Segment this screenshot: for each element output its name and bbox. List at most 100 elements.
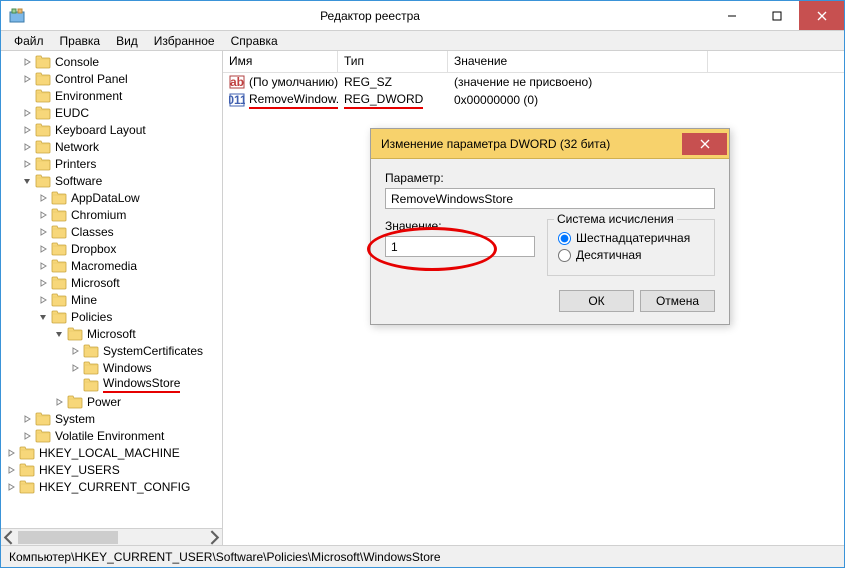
dialog-close-button[interactable] <box>682 133 727 155</box>
menu-favorites[interactable]: Избранное <box>147 32 222 50</box>
close-button[interactable] <box>799 1 844 30</box>
tree-node[interactable]: EUDC <box>1 104 222 121</box>
folder-icon <box>35 412 51 426</box>
expand-none <box>69 379 81 391</box>
expand-closed-icon[interactable] <box>69 362 81 374</box>
value-type: REG_SZ <box>338 75 448 89</box>
status-path: Компьютер\HKEY_CURRENT_USER\Software\Pol… <box>9 550 441 564</box>
col-name[interactable]: Имя <box>223 51 338 72</box>
expand-closed-icon[interactable] <box>5 447 17 459</box>
radio-hex-row[interactable]: Шестнадцатеричная <box>558 231 704 245</box>
tree-node[interactable]: Environment <box>1 87 222 104</box>
tree-node-label: Macromedia <box>71 259 137 273</box>
tree-node[interactable]: Mine <box>1 291 222 308</box>
radio-hex-label: Шестнадцатеричная <box>576 231 690 245</box>
expand-closed-icon[interactable] <box>21 107 33 119</box>
folder-icon <box>51 259 67 273</box>
folder-icon <box>35 89 51 103</box>
horizontal-scrollbar[interactable] <box>1 528 222 545</box>
expand-closed-icon[interactable] <box>21 430 33 442</box>
value-data-field[interactable] <box>385 236 535 257</box>
radio-hex[interactable] <box>558 232 571 245</box>
tree-node[interactable]: Microsoft <box>1 325 222 342</box>
expand-open-icon[interactable] <box>53 328 65 340</box>
scroll-thumb[interactable] <box>18 531 118 544</box>
tree-node[interactable]: Windows <box>1 359 222 376</box>
tree-node[interactable]: HKEY_CURRENT_CONFIG <box>1 478 222 495</box>
tree-node[interactable]: AppDataLow <box>1 189 222 206</box>
tree-node[interactable]: Chromium <box>1 206 222 223</box>
expand-closed-icon[interactable] <box>37 226 49 238</box>
expand-open-icon[interactable] <box>37 311 49 323</box>
tree-node[interactable]: Network <box>1 138 222 155</box>
tree-node[interactable]: SystemCertificates <box>1 342 222 359</box>
expand-closed-icon[interactable] <box>21 73 33 85</box>
expand-open-icon[interactable] <box>21 175 33 187</box>
tree-node-label: Policies <box>71 310 112 324</box>
expand-closed-icon[interactable] <box>53 396 65 408</box>
maximize-button[interactable] <box>754 1 799 30</box>
expand-closed-icon[interactable] <box>5 464 17 476</box>
tree-node[interactable]: System <box>1 410 222 427</box>
expand-closed-icon[interactable] <box>21 56 33 68</box>
expand-closed-icon[interactable] <box>69 345 81 357</box>
col-type[interactable]: Тип <box>338 51 448 72</box>
expand-closed-icon[interactable] <box>37 277 49 289</box>
list-row[interactable]: 011RemoveWindow...REG_DWORD0x00000000 (0… <box>223 91 844 109</box>
menu-view[interactable]: Вид <box>109 32 145 50</box>
folder-icon <box>67 327 83 341</box>
expand-closed-icon[interactable] <box>5 481 17 493</box>
folder-icon <box>19 480 35 494</box>
expand-closed-icon[interactable] <box>37 260 49 272</box>
tree-node-label: Dropbox <box>71 242 116 256</box>
tree-node[interactable]: Dropbox <box>1 240 222 257</box>
tree-node[interactable]: Console <box>1 53 222 70</box>
value-data: 0x00000000 (0) <box>448 93 708 107</box>
param-name-field[interactable] <box>385 188 715 209</box>
menu-help[interactable]: Справка <box>224 32 285 50</box>
radio-dec[interactable] <box>558 249 571 262</box>
tree-node[interactable]: WindowsStore <box>1 376 222 393</box>
value-name: RemoveWindow... <box>249 92 338 109</box>
menu-edit[interactable]: Правка <box>53 32 108 50</box>
tree-node[interactable]: Microsoft <box>1 274 222 291</box>
expand-closed-icon[interactable] <box>21 413 33 425</box>
tree-node[interactable]: Classes <box>1 223 222 240</box>
ok-button[interactable]: ОК <box>559 290 634 312</box>
folder-icon <box>51 242 67 256</box>
tree-node[interactable]: HKEY_USERS <box>1 461 222 478</box>
tree-node[interactable]: Keyboard Layout <box>1 121 222 138</box>
scroll-left-arrow[interactable] <box>1 529 18 545</box>
expand-closed-icon[interactable] <box>37 192 49 204</box>
tree-node[interactable]: Power <box>1 393 222 410</box>
expand-closed-icon[interactable] <box>21 158 33 170</box>
tree-node[interactable]: Control Panel <box>1 70 222 87</box>
dialog-titlebar[interactable]: Изменение параметра DWORD (32 бита) <box>371 129 729 159</box>
tree-node[interactable]: Policies <box>1 308 222 325</box>
cancel-button[interactable]: Отмена <box>640 290 715 312</box>
expand-closed-icon[interactable] <box>37 209 49 221</box>
registry-tree[interactable]: ConsoleControl PanelEnvironmentEUDCKeybo… <box>1 51 222 528</box>
tree-node-label: Windows <box>103 361 152 375</box>
minimize-button[interactable] <box>709 1 754 30</box>
folder-icon <box>35 72 51 86</box>
tree-node-label: Microsoft <box>71 276 120 290</box>
tree-node[interactable]: HKEY_LOCAL_MACHINE <box>1 444 222 461</box>
expand-closed-icon[interactable] <box>37 243 49 255</box>
tree-node[interactable]: Macromedia <box>1 257 222 274</box>
tree-node-label: Software <box>55 174 102 188</box>
col-value[interactable]: Значение <box>448 51 708 72</box>
scroll-right-arrow[interactable] <box>205 529 222 545</box>
radio-dec-row[interactable]: Десятичная <box>558 248 704 262</box>
tree-node-label: Classes <box>71 225 114 239</box>
value-label: Значение: <box>385 219 535 233</box>
menu-file[interactable]: Файл <box>7 32 51 50</box>
expand-closed-icon[interactable] <box>21 124 33 136</box>
tree-node[interactable]: Volatile Environment <box>1 427 222 444</box>
expand-closed-icon[interactable] <box>21 141 33 153</box>
tree-node-label: WindowsStore <box>103 376 180 393</box>
expand-closed-icon[interactable] <box>37 294 49 306</box>
tree-node[interactable]: Printers <box>1 155 222 172</box>
list-row[interactable]: ab(По умолчанию)REG_SZ(значение не присв… <box>223 73 844 91</box>
tree-node[interactable]: Software <box>1 172 222 189</box>
